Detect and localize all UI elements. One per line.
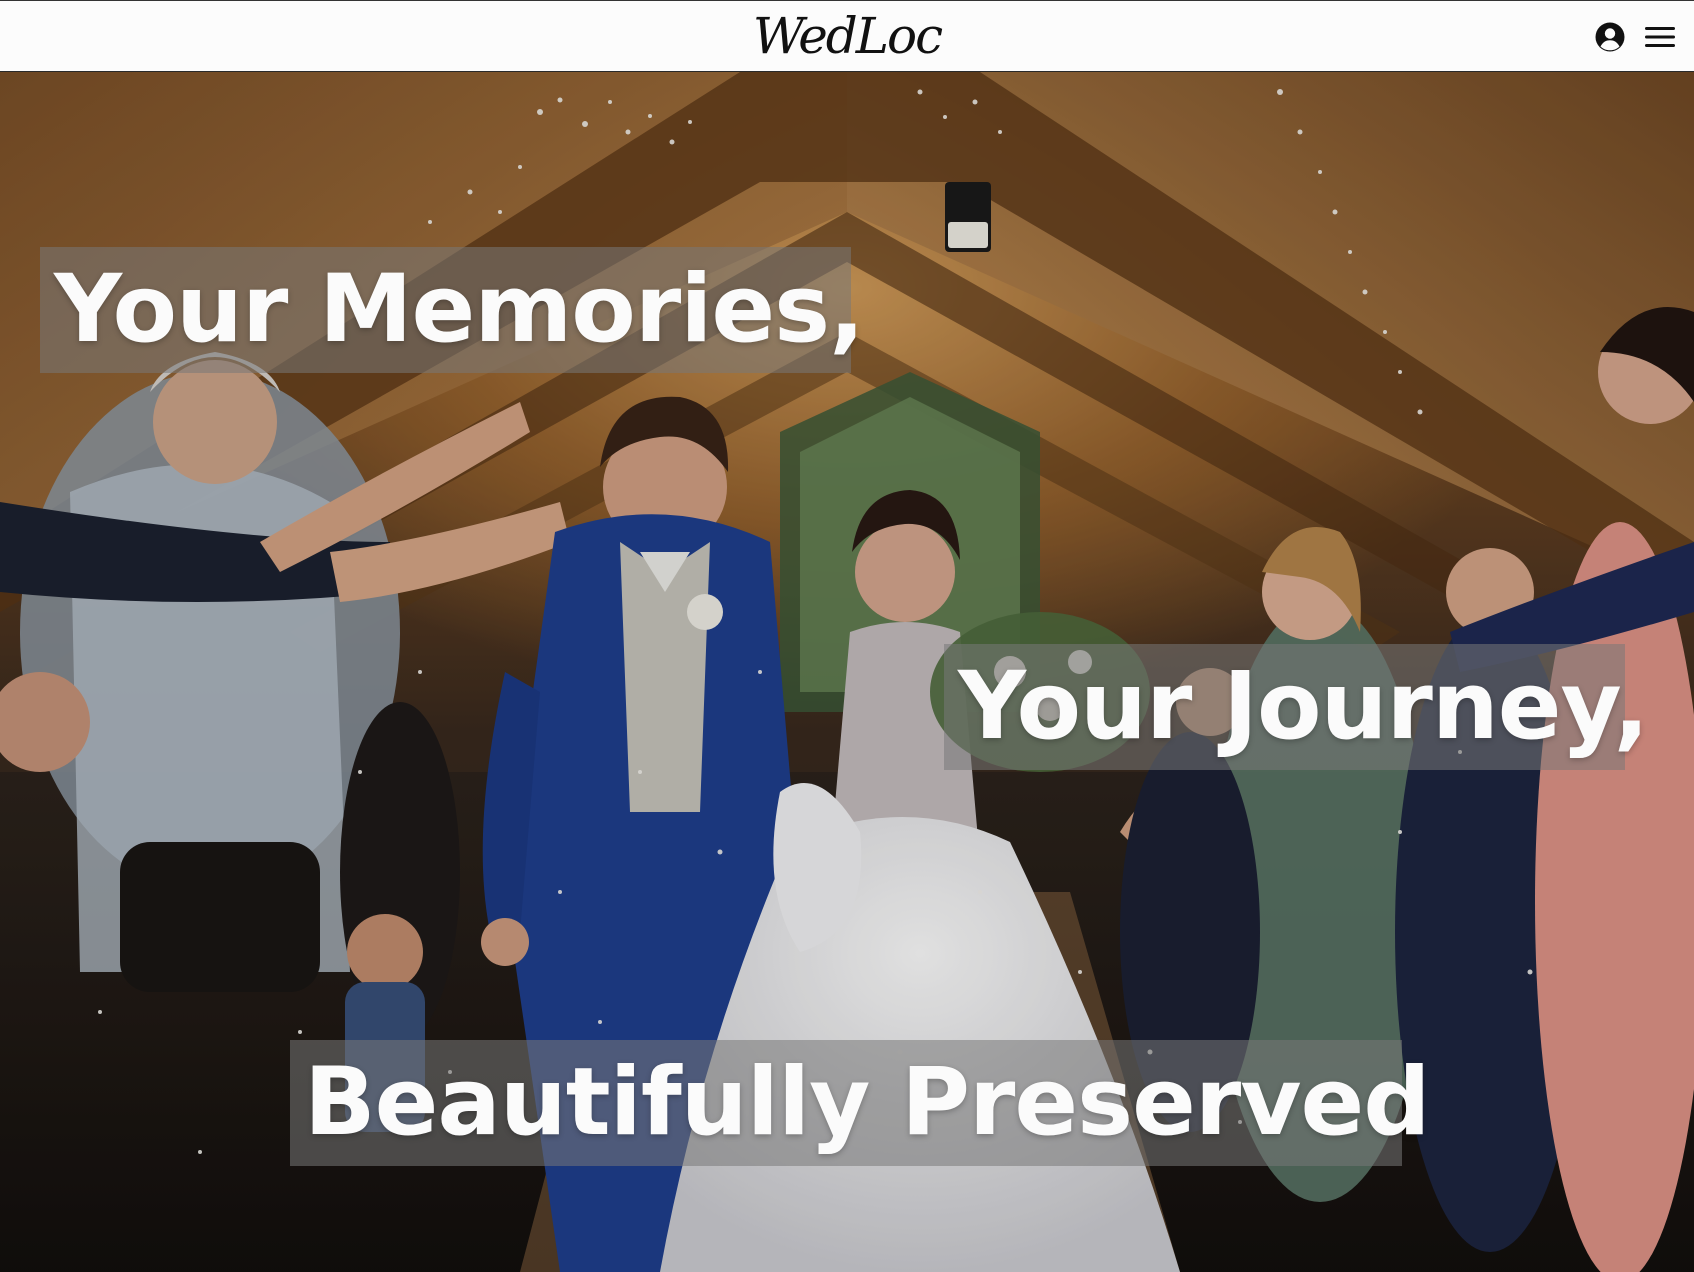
- nav-actions: [1594, 21, 1676, 53]
- hero-headline-line-1: Your Memories,: [40, 247, 865, 373]
- hero-headline-line-3: Beautifully Preserved: [290, 1040, 1431, 1166]
- hero-section: Your Memories, Your Journey, Beautifully…: [0, 72, 1694, 1272]
- account-circle-icon: [1595, 22, 1625, 52]
- page: WedLoc Your Memories, Your Journey, Beau…: [0, 0, 1694, 1272]
- brand-logo[interactable]: WedLoc: [0, 5, 1694, 67]
- hero-headline-line-2: Your Journey,: [944, 644, 1649, 770]
- hamburger-menu-icon[interactable]: [1644, 21, 1676, 53]
- menu-lines-icon: [1645, 27, 1675, 47]
- top-navbar: WedLoc: [0, 0, 1694, 72]
- account-icon[interactable]: [1594, 21, 1626, 53]
